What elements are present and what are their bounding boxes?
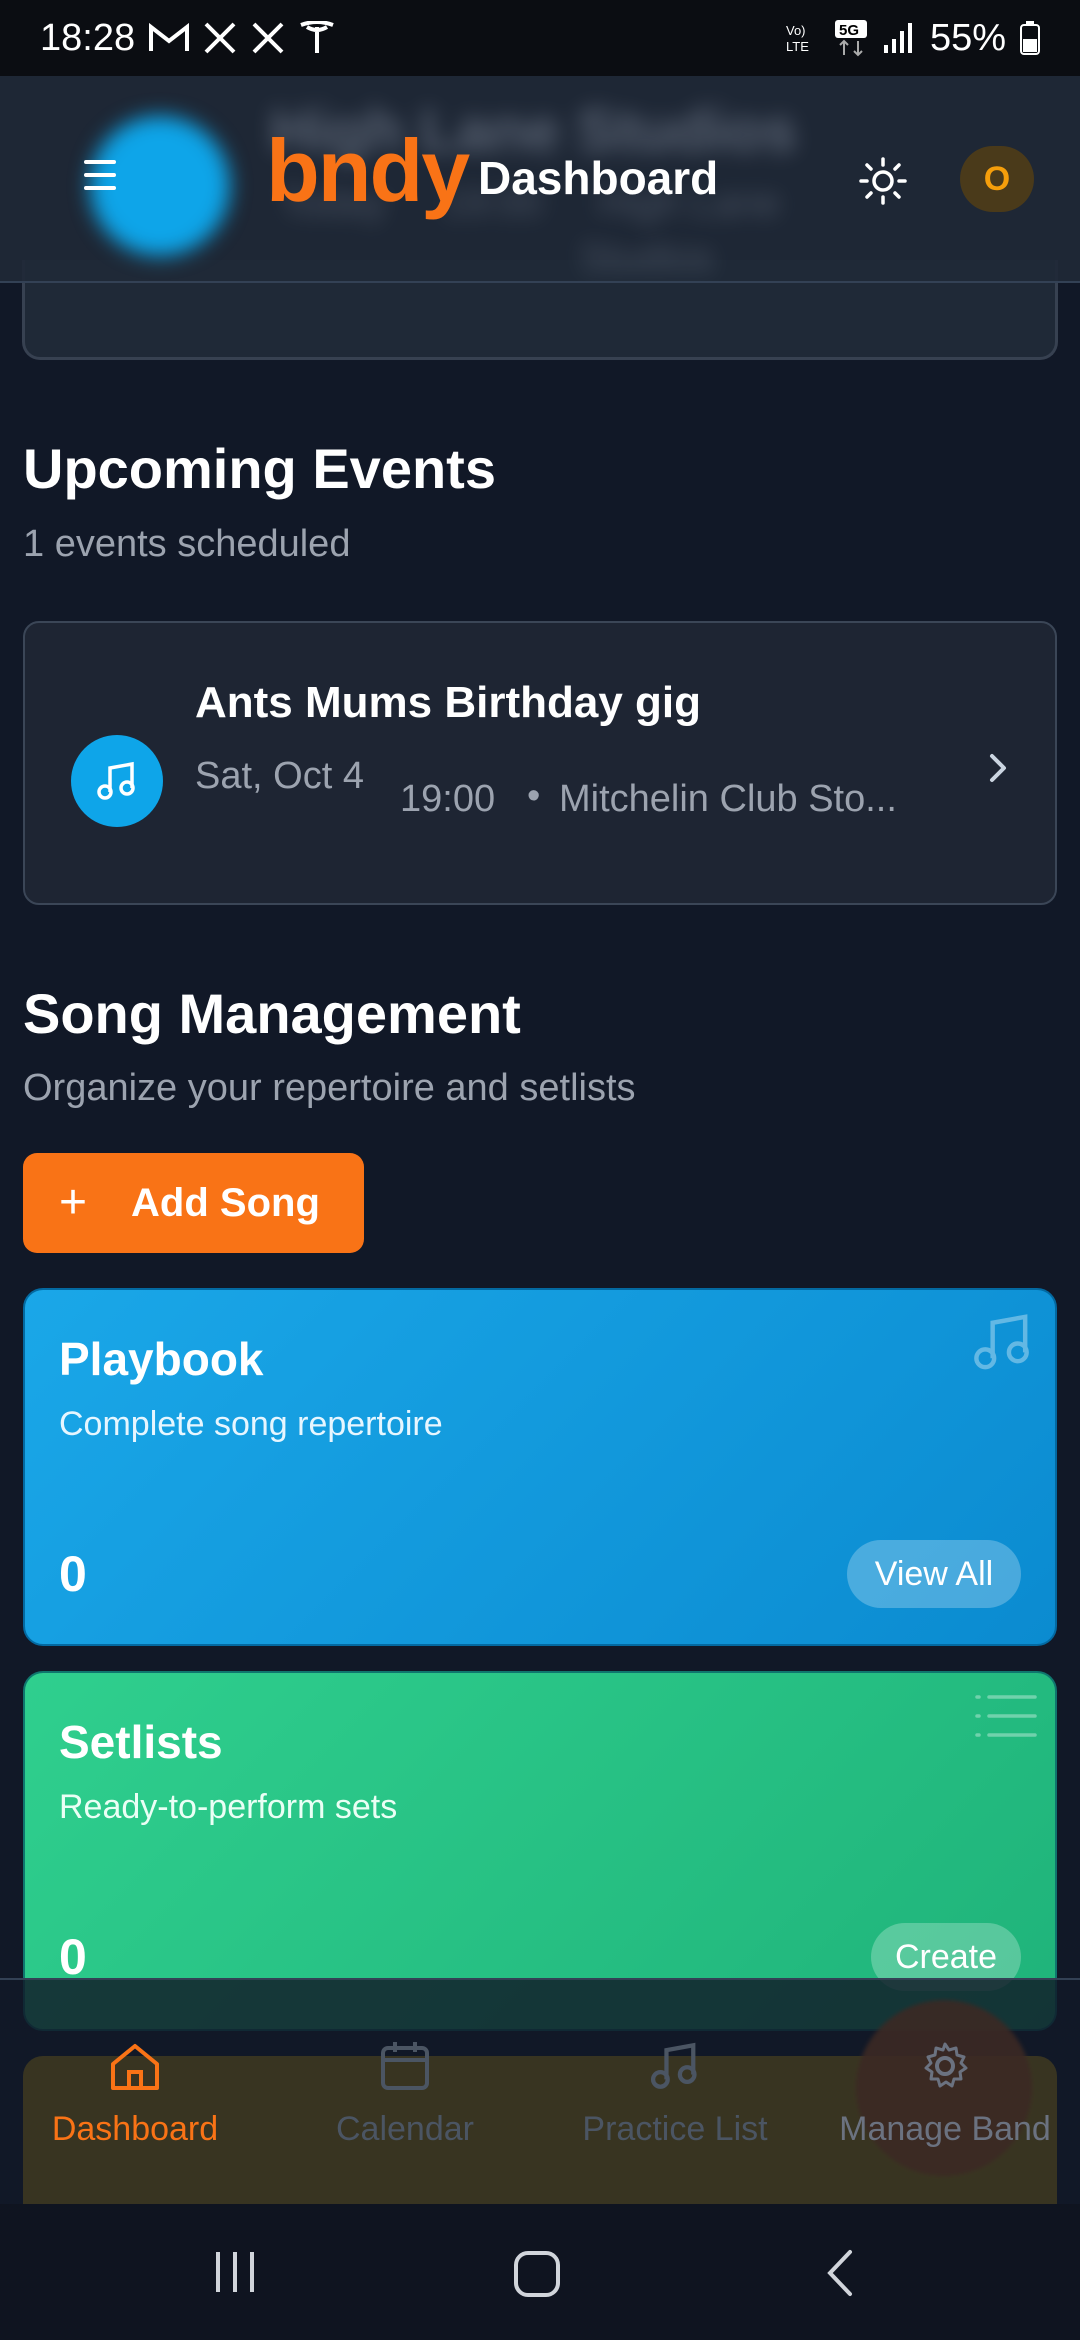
upcoming-events-subtitle: 1 events scheduled [23,523,351,565]
battery-icon [1020,21,1040,55]
upcoming-events-title: Upcoming Events [23,437,496,500]
list-icon [975,1695,1037,1737]
menu-button[interactable] [80,156,120,196]
event-separator: • [527,775,541,817]
calendar-icon [381,2042,429,2090]
gear-icon [924,2042,968,2088]
home-button-icon[interactable] [513,2250,561,2298]
avatar[interactable]: O [960,146,1034,212]
playbook-description: Complete song repertoire [59,1405,443,1443]
svg-text:LTE: LTE [786,39,809,54]
back-icon[interactable] [822,2248,858,2298]
nav-manage-band[interactable]: Manage Band [810,2038,1080,2149]
event-time: 19:00 [400,778,496,820]
battery-percent: 55% [929,16,1006,59]
page-title: Dashboard [478,152,719,204]
tesla-icon [300,21,334,53]
view-all-button[interactable]: View All [847,1540,1021,1608]
nav-calendar[interactable]: Calendar [270,2038,540,2149]
gmail-icon [149,23,190,51]
nav-practice-list-label: Practice List [582,2110,768,2148]
x-icon [252,22,284,54]
event-date: Sat, Oct 4 [195,755,364,797]
nav-dashboard[interactable]: Dashboard [0,2038,270,2149]
song-management-title: Song Management [23,982,521,1045]
event-name: Ants Mums Birthday gig [195,678,702,727]
blurred-event-location: Studios [580,236,714,280]
setlists-card[interactable]: Setlists Ready-to-perform sets 0 Create [23,1671,1057,2031]
app-logo: bndy [266,121,470,220]
chevron-right-icon [990,754,1006,782]
add-song-label: Add Song [131,1180,320,1225]
volte-icon: Vo)LTE [786,23,809,54]
music-note-icon [71,735,163,827]
app-header: High Lane Studios Today 19:00 High Lane … [0,76,1080,283]
setlists-description: Ready-to-perform sets [59,1788,398,1826]
svg-text:Vo): Vo) [786,23,806,38]
playbook-title: Playbook [59,1333,264,1385]
nav-practice-list[interactable]: Practice List [540,2038,810,2149]
playbook-count: 0 [59,1546,87,1602]
x-icon [204,22,236,54]
event-card[interactable]: Ants Mums Birthday gig Sat, Oct 4 19:00 … [23,621,1057,905]
plus-icon: + [59,1176,88,1229]
add-song-button[interactable]: + Add Song [23,1153,364,1253]
svg-text:5G: 5G [839,22,859,39]
theme-toggle-button[interactable] [858,156,908,206]
signal-icon [883,23,912,53]
system-nav-bar [0,2204,1080,2340]
nav-calendar-label: Calendar [336,2110,474,2148]
clock: 18:28 [40,16,136,59]
playbook-card[interactable]: Playbook Complete song repertoire 0 View… [23,1288,1057,1646]
bottom-nav: Dashboard Calendar Practice List Manage … [0,1978,1080,2206]
music-note-icon [650,2042,697,2089]
nav-manage-band-label: Manage Band [839,2110,1051,2148]
home-icon [111,2044,159,2090]
nav-dashboard-label: Dashboard [51,2110,219,2148]
setlists-title: Setlists [59,1716,223,1768]
sun-icon [859,157,907,205]
status-bar: 18:28 Vo) LTE 5G 55% [0,0,1080,76]
event-location: Mitchelin Club Sto... [559,778,897,820]
5g-icon: 5G [834,20,867,57]
music-note-icon [974,1314,1029,1370]
song-management-subtitle: Organize your repertoire and setlists [23,1067,636,1109]
recent-apps-icon[interactable] [212,2250,258,2294]
